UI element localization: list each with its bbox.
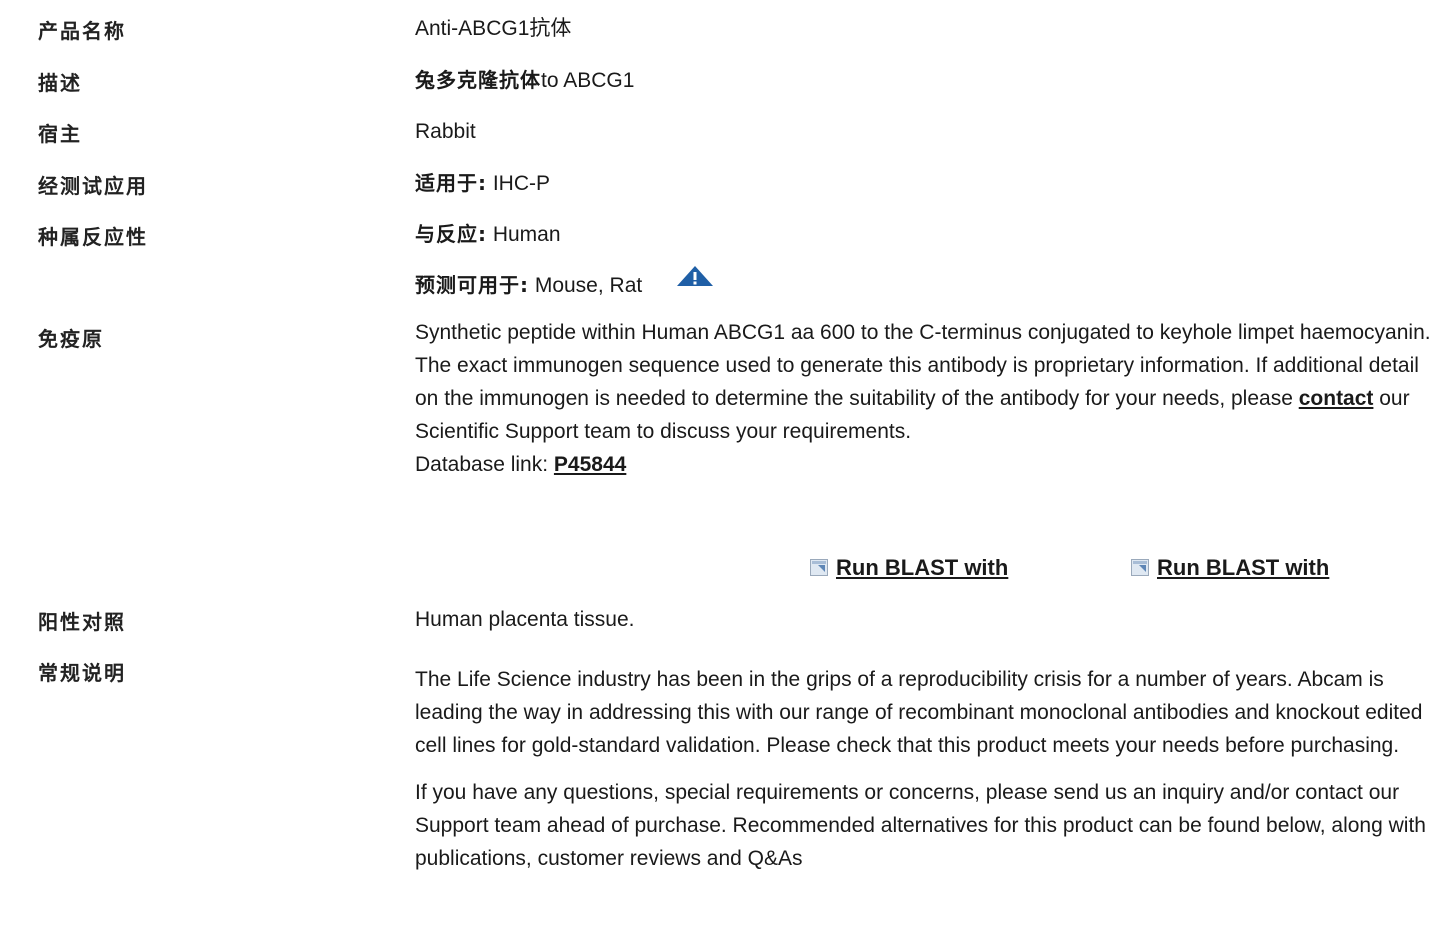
label-host: 宿主: [38, 122, 82, 146]
value-host: Rabbit: [415, 120, 476, 143]
run-blast-label-2: Run BLAST with: [1157, 555, 1330, 580]
label-product-name: 产品名称: [38, 19, 126, 43]
run-blast-link-1[interactable]: Run BLAST with: [810, 555, 1008, 581]
database-label: Database link:: [415, 453, 554, 476]
product-name-text: Anti-ABCG1抗体: [415, 17, 572, 40]
label-positive-control: 阳性对照: [38, 610, 126, 634]
warning-triangle-icon[interactable]: [676, 264, 714, 297]
database-link-p45844[interactable]: P45844: [554, 453, 626, 476]
description-rest: to ABCG1: [541, 69, 635, 92]
label-species-reactivity: 种属反应性: [38, 225, 148, 249]
label-tested-applications: 经测试应用: [38, 174, 148, 198]
label-immunogen: 免疫原: [38, 327, 104, 351]
value-product-name: Anti-ABCG1抗体: [415, 12, 1445, 45]
label-description: 描述: [38, 71, 82, 95]
description-bold: 兔多克隆抗体: [415, 68, 541, 92]
contact-link[interactable]: contact: [1299, 387, 1374, 410]
external-link-icon: [1131, 556, 1149, 576]
immunogen-text-before: Synthetic peptide within Human ABCG1 aa …: [415, 321, 1431, 410]
external-link-icon: [810, 556, 828, 576]
immunogen-text: Synthetic peptide within Human ABCG1 aa …: [415, 316, 1440, 448]
value-species-reactivity: 与反应: Human 预测可用于: Mouse, Rat: [415, 218, 1445, 303]
run-blast-link-2[interactable]: Run BLAST with: [1131, 555, 1329, 581]
run-blast-label-1: Run BLAST with: [836, 555, 1009, 580]
value-positive-control: Human placenta tissue.: [415, 608, 635, 631]
value-immunogen: Synthetic peptide within Human ABCG1 aa …: [415, 316, 1440, 481]
database-link-line: Database link: P45844: [415, 448, 1440, 481]
value-general-notes: The Life Science industry has been in th…: [415, 663, 1447, 875]
tested-prefix: 适用于:: [415, 171, 487, 195]
value-tested-applications: 适用于: IHC-P: [415, 167, 1445, 200]
reacts-prefix: 与反应:: [415, 222, 487, 246]
predicted-prefix: 预测可用于:: [415, 273, 529, 297]
general-notes-para2: If you have any questions, special requi…: [415, 781, 1426, 870]
predicted-value: Mouse, Rat: [529, 274, 643, 297]
general-notes-para1: The Life Science industry has been in th…: [415, 668, 1423, 757]
reacts-value: Human: [487, 223, 561, 246]
label-general-notes: 常规说明: [38, 661, 126, 685]
tested-value: IHC-P: [487, 172, 550, 195]
value-description: 兔多克隆抗体to ABCG1: [415, 64, 1445, 97]
